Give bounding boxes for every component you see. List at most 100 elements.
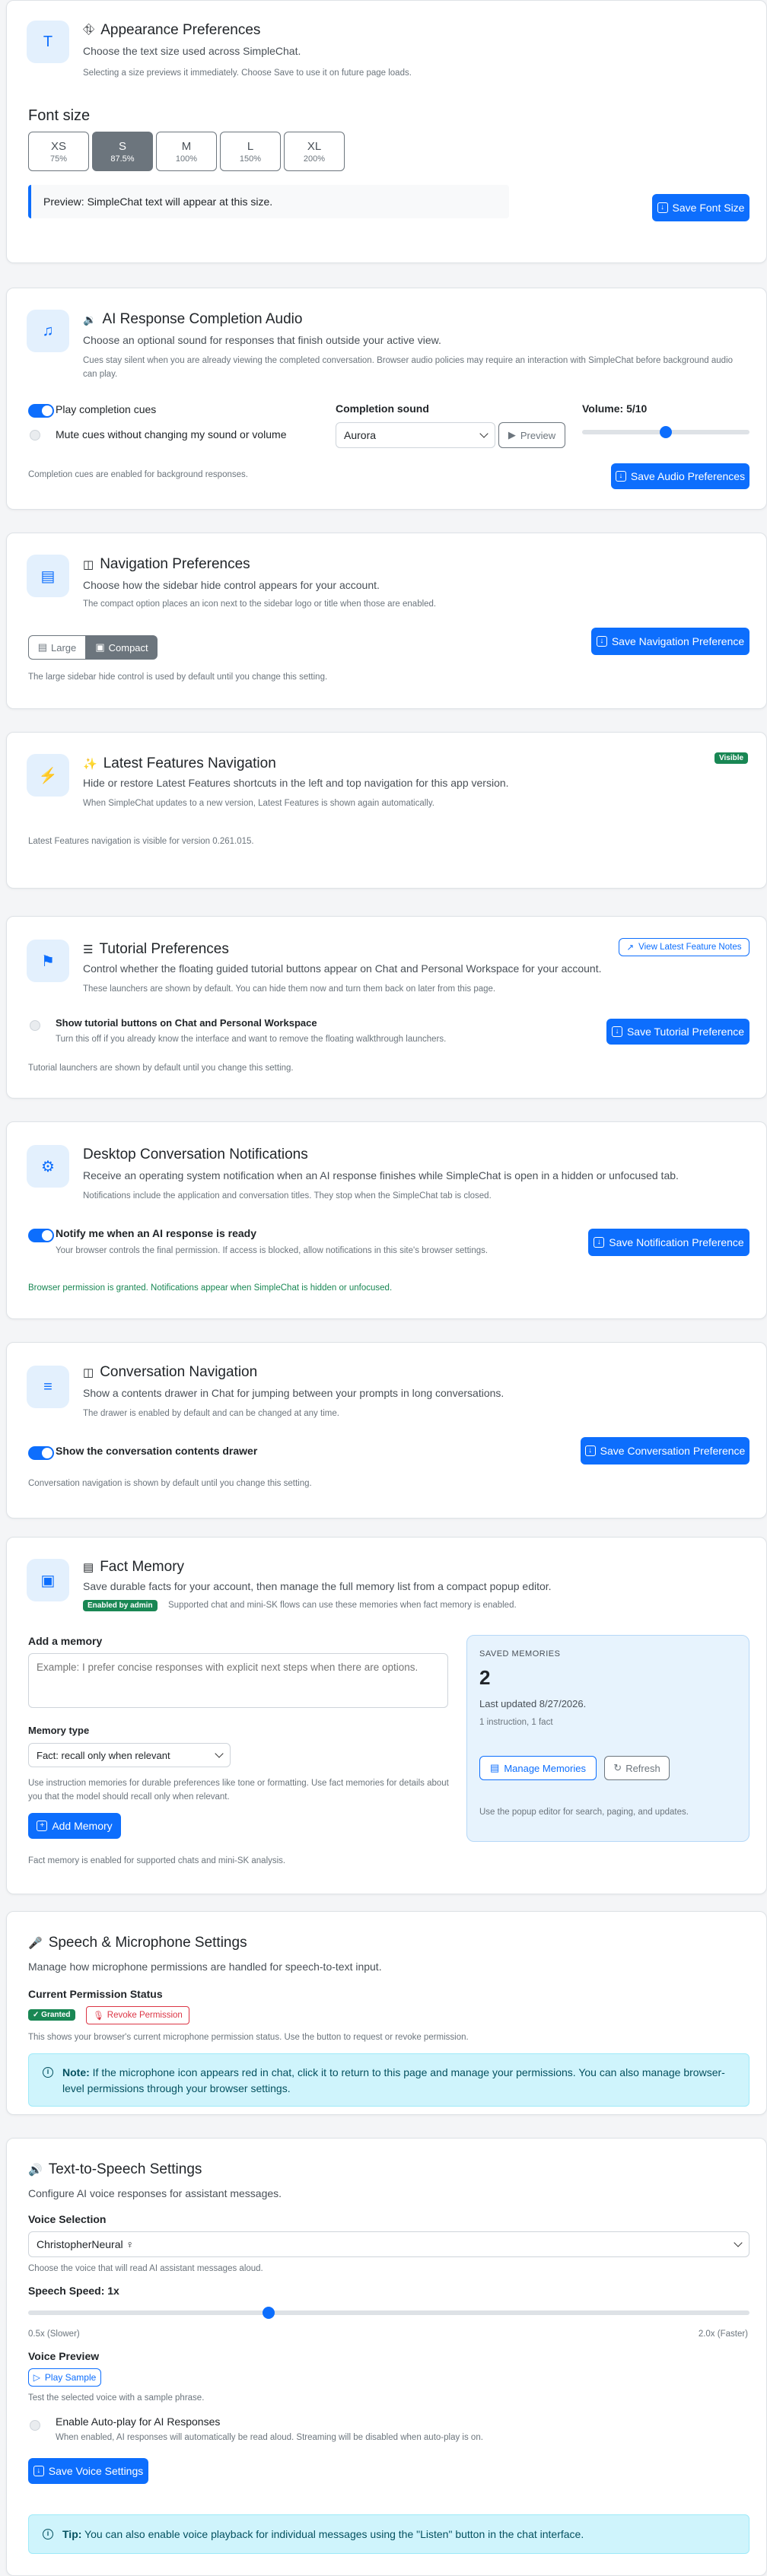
- speed-slider[interactable]: [28, 2307, 749, 2319]
- add-memory-button[interactable]: + Add Memory: [28, 1813, 121, 1839]
- last-updated: Last updated 8/27/2026.: [479, 1698, 587, 1709]
- tutorial-status: Tutorial launchers are shown by default …: [28, 1064, 294, 1073]
- save-font-size-label: Save Font Size: [672, 202, 745, 214]
- audio-note: Cues stay silent when you are already vi…: [83, 356, 734, 379]
- visible-badge: Visible: [714, 752, 749, 764]
- revoke-permission-button[interactable]: 🎙 Revoke Permission: [86, 2006, 189, 2024]
- nav-large-button[interactable]: ▤ Large: [28, 635, 86, 660]
- size-pct: 100%: [175, 154, 198, 164]
- tts-card: 🔊 Text-to-Speech Settings Configure AI v…: [6, 2138, 767, 2576]
- tutorial-toggle-note: Turn this off if you already know the in…: [56, 1035, 447, 1044]
- save-audio-label: Save Audio Preferences: [630, 470, 746, 482]
- save-navigation-button[interactable]: ↓ Save Navigation Preference: [591, 628, 749, 655]
- panel-icon: ◫: [83, 1366, 94, 1379]
- granted-badge: ✓ Granted: [28, 2009, 75, 2021]
- font-size-xl-button[interactable]: XL 200%: [284, 132, 345, 171]
- view-feature-notes-label: View Latest Feature Notes: [638, 943, 742, 952]
- nav-compact-button[interactable]: ▣ Compact: [86, 635, 158, 660]
- tutorial-toggle[interactable]: [30, 1020, 40, 1031]
- view-feature-notes-button[interactable]: ↗ View Latest Feature Notes: [619, 938, 749, 956]
- save-icon: ↓: [33, 2466, 44, 2476]
- latest-features-card: ⚡ ✨ Latest Features Navigation Visible H…: [6, 732, 767, 889]
- memory-type-select[interactable]: Fact: recall only when relevant: [28, 1743, 231, 1767]
- size-pct: 200%: [303, 154, 326, 164]
- window-icon: ◫: [83, 558, 94, 571]
- autoplay-toggle[interactable]: [30, 2420, 40, 2431]
- fact-memory-status: Fact memory is enabled for supported cha…: [28, 1856, 286, 1865]
- tip-bold: Tip:: [62, 2527, 82, 2540]
- saved-memories-heading: SAVED MEMORIES: [479, 1649, 561, 1658]
- voice-select[interactable]: ChristopherNeural ♀: [28, 2231, 749, 2257]
- memory-icon: ▣: [27, 1559, 69, 1601]
- appearance-title: ⛗ Appearance Preferences: [83, 22, 260, 39]
- signpost-icon: ⚑: [27, 940, 69, 982]
- play-cues-toggle[interactable]: [28, 404, 54, 418]
- save-conversation-button[interactable]: ↓ Save Conversation Preference: [581, 1437, 749, 1465]
- volume-slider-knob[interactable]: [660, 426, 672, 438]
- tts-tip-alert: i Tip: You can also enable voice playbac…: [28, 2514, 749, 2554]
- preview-sound-button[interactable]: ▶ Preview: [498, 422, 565, 448]
- tts-subtitle: Configure AI voice responses for assista…: [28, 2187, 282, 2199]
- microphone-note-alert: i Note: If the microphone icon appears r…: [28, 2053, 749, 2107]
- enabled-by-admin-badge: Enabled by admin: [83, 1600, 158, 1611]
- refresh-label: Refresh: [625, 1762, 660, 1774]
- conv-drawer-label: Show the conversation contents drawer: [56, 1445, 258, 1457]
- external-icon: ↗: [626, 943, 635, 952]
- tts-title: 🔊 Text-to-Speech Settings: [28, 2161, 202, 2178]
- accessibility-icon: ⛗: [83, 22, 95, 38]
- fact-memory-badge-note: Supported chat and mini-SK flows can use…: [168, 1601, 517, 1610]
- conv-nav-subtitle: Show a contents drawer in Chat for jumpi…: [83, 1387, 504, 1399]
- completion-sound-select[interactable]: Aurora: [336, 422, 495, 448]
- add-memory-label: Add Memory: [52, 1820, 113, 1832]
- sidebar-icon: ▤: [27, 555, 69, 597]
- latest-title-text: Latest Features Navigation: [103, 755, 276, 771]
- granted-label: Granted: [41, 2011, 71, 2019]
- manage-memories-button[interactable]: ▤ Manage Memories: [479, 1756, 597, 1780]
- save-icon: ↓: [584, 1445, 596, 1456]
- mute-cues-label: Mute cues without changing my sound or v…: [56, 428, 287, 440]
- save-notification-button[interactable]: ↓ Save Notification Preference: [588, 1229, 749, 1256]
- compact-icon: ▣: [95, 641, 105, 653]
- volume-label: Volume: 5/10: [582, 402, 648, 415]
- desktop-notif-note: Notifications include the application an…: [83, 1191, 492, 1201]
- size-pct: 150%: [239, 154, 262, 164]
- permission-note: This shows your browser's current microp…: [28, 2033, 469, 2042]
- bell-icon: ♫: [27, 310, 69, 352]
- memory-textarea[interactable]: [28, 1653, 448, 1708]
- manage-memories-label: Manage Memories: [504, 1762, 586, 1774]
- notify-toggle[interactable]: [28, 1229, 54, 1242]
- navigation-title: ◫ Navigation Preferences: [83, 556, 250, 573]
- info-icon: i: [43, 2529, 53, 2539]
- font-size-xs-button[interactable]: XS 75%: [28, 132, 89, 171]
- completion-sound-heading: Completion sound: [336, 402, 429, 415]
- font-size-heading: Font size: [28, 107, 91, 124]
- save-audio-button[interactable]: ↓ Save Audio Preferences: [611, 463, 749, 489]
- completion-sound-value: Aurora: [344, 429, 377, 441]
- volume-slider[interactable]: [582, 426, 749, 438]
- save-tutorial-button[interactable]: ↓ Save Tutorial Preference: [606, 1019, 749, 1045]
- font-size-l-button[interactable]: L 150%: [220, 132, 281, 171]
- save-voice-settings-button[interactable]: ↓ Save Voice Settings: [28, 2458, 148, 2484]
- mute-cues-toggle[interactable]: [30, 430, 40, 440]
- conv-nav-note: The drawer is enabled by default and can…: [83, 1409, 339, 1418]
- play-circle-icon: ▷: [33, 2372, 40, 2383]
- audio-title: 🔉 AI Response Completion Audio: [83, 311, 302, 328]
- text-size-icon: T: [27, 21, 69, 63]
- navigation-note: The compact option places an icon next t…: [83, 599, 437, 609]
- lightning-icon: ⚡: [27, 754, 69, 797]
- save-icon: ↓: [596, 636, 607, 647]
- conv-drawer-toggle[interactable]: [28, 1446, 54, 1460]
- save-font-size-button[interactable]: ↓ Save Font Size: [652, 194, 749, 221]
- save-icon: ↓: [594, 1237, 605, 1248]
- play-sample-button[interactable]: ▷ Play Sample: [28, 2368, 101, 2387]
- microphone-icon: 🎤: [28, 1937, 43, 1950]
- latest-title: ✨ Latest Features Navigation: [83, 755, 276, 772]
- saved-memories-panel: SAVED MEMORIES 2 Last updated 8/27/2026.…: [466, 1635, 749, 1842]
- font-size-m-button[interactable]: M 100%: [156, 132, 217, 171]
- tutorial-subtitle: Control whether the floating guided tuto…: [83, 962, 602, 975]
- refresh-button[interactable]: ↻ Refresh: [604, 1756, 670, 1780]
- speed-slider-knob[interactable]: [263, 2307, 275, 2319]
- voice-preview-heading: Voice Preview: [28, 2350, 100, 2362]
- font-size-s-button[interactable]: S 87.5%: [92, 132, 153, 171]
- chevron-down-icon: [215, 1749, 224, 1758]
